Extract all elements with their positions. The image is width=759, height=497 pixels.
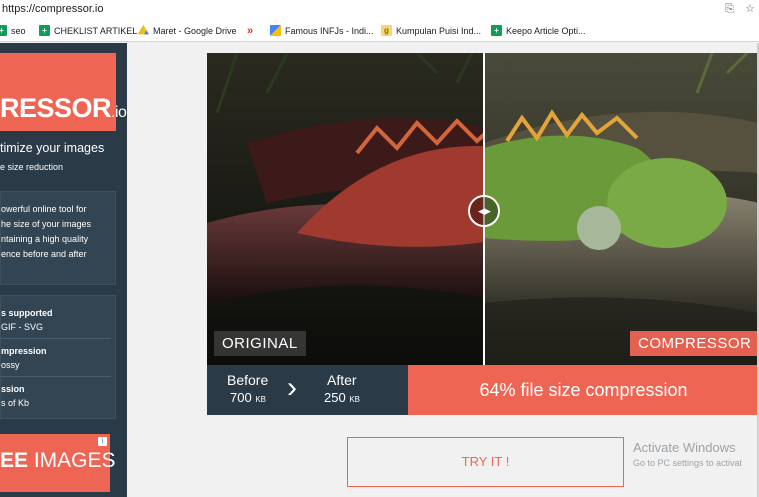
slider-handle-icon[interactable]: ◀▶ (468, 195, 500, 227)
translate-icon[interactable]: ⎘ (725, 3, 734, 15)
logo-main-text: RESSOR (0, 93, 112, 123)
bookmark-green-icon: + (0, 25, 7, 36)
description-line: owerful online tool for (1, 204, 87, 214)
feature-title: ssion (1, 384, 25, 394)
activate-windows-title: Activate Windows (633, 440, 736, 455)
before-label: Before (227, 372, 269, 388)
compressor-label: COMPRESSOR (630, 331, 759, 356)
after-value: 250 (324, 390, 346, 405)
double-chevron-icon: » (247, 25, 254, 37)
after-label: After (327, 372, 357, 388)
chevron-right-icon: › (287, 371, 297, 404)
ad-banner[interactable]: EE IMAGES i (0, 434, 116, 492)
main-content: ◀▶ ORIGINAL COMPRESSOR Before 700 KB › A… (127, 43, 759, 497)
features-box: s supported GIF - SVG mpression ossy ssi… (0, 295, 116, 419)
activate-windows-subtitle: Go to PC settings to activat (633, 458, 743, 468)
compression-banner: 64% file size compression (408, 365, 759, 415)
before-value: 700 (230, 390, 252, 405)
bookmark-google-drive[interactable]: Maret - Google Drive (138, 25, 237, 36)
bookmark-green-icon: + (39, 25, 50, 36)
ad-text: IMAGES (28, 449, 116, 472)
url-text[interactable]: https://compressor.io (2, 3, 104, 15)
google-drive-icon (138, 25, 149, 35)
size-stats: Before 700 KB › After 250 KB (207, 365, 408, 415)
feature-title: s supported (1, 308, 53, 318)
g-icon: g (381, 25, 392, 36)
feature-divider (1, 376, 111, 377)
original-label: ORIGINAL (214, 331, 306, 356)
feature-value: s of Kb (1, 398, 30, 408)
bookmark-multicolor-icon (270, 25, 281, 36)
try-it-button[interactable]: TRY IT ! (347, 437, 624, 487)
description-line: ntaining a high quality (1, 234, 89, 244)
bookmark-kumpulan-puisi[interactable]: g Kumpulan Puisi Ind... (381, 25, 481, 36)
bookmark-double-chevron[interactable]: » (247, 25, 253, 37)
logo[interactable]: RESSOR.io (0, 53, 127, 131)
compression-text: 64% file size compression (479, 380, 688, 400)
description-line: he size of your images (1, 219, 92, 229)
ad-bold-text: EE (0, 449, 29, 472)
subtagline: e size reduction (0, 162, 64, 172)
feature-value: ossy (1, 360, 20, 370)
sidebar: RESSOR.io timize your images e size redu… (0, 43, 127, 497)
browser-address-bar[interactable]: https://compressor.io ⎘ ☆ (0, 0, 759, 20)
feature-title: mpression (1, 346, 47, 356)
bookmark-famous-infjs[interactable]: Famous INFJs - Indi... (270, 25, 374, 36)
bookmark-cheklist[interactable]: + CHEKLIST ARTIKEL (39, 25, 137, 36)
image-comparison[interactable]: ◀▶ ORIGINAL COMPRESSOR (207, 53, 759, 365)
bookmark-keepo[interactable]: + Keepo Article Opti... (491, 25, 586, 36)
star-icon[interactable]: ☆ (745, 3, 755, 15)
ad-info-icon[interactable]: i (98, 437, 107, 446)
bookmark-seo[interactable]: + seo (0, 25, 26, 36)
description-box: owerful online tool for he size of your … (0, 191, 116, 285)
after-unit: KB (349, 395, 360, 404)
feature-divider (1, 338, 111, 339)
bookmark-green-icon: + (491, 25, 502, 36)
tagline: timize your images (0, 141, 105, 155)
feature-value: GIF - SVG (1, 322, 44, 332)
description-line: ence before and after (1, 249, 87, 259)
logo-suffix: .io (111, 104, 127, 121)
bookmarks-bar: + seo + CHEKLIST ARTIKEL Maret - Google … (0, 20, 759, 42)
before-unit: KB (255, 395, 266, 404)
